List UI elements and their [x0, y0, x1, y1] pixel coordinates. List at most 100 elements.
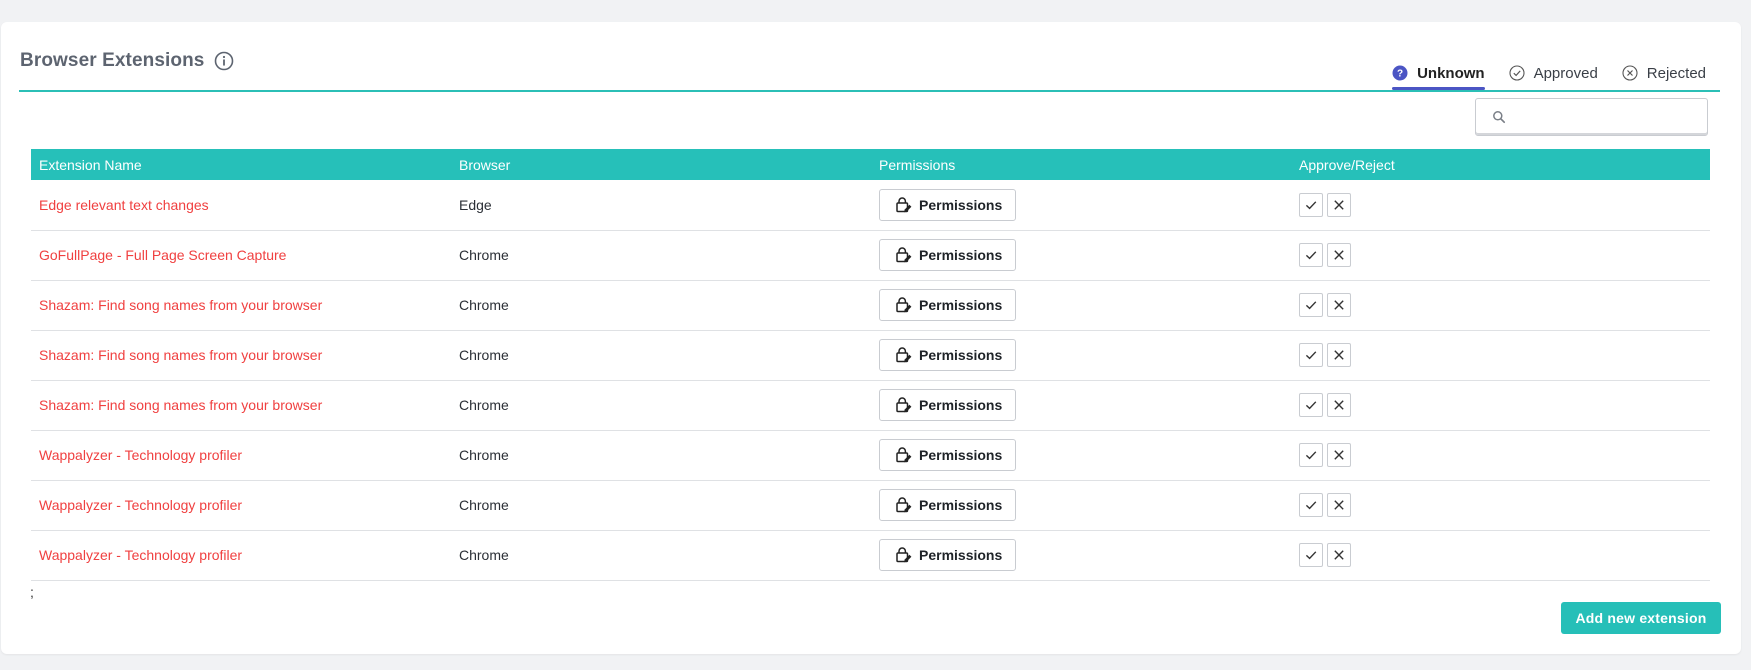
permissions-cell: Permissions — [871, 280, 1291, 330]
extension-name-cell: Wappalyzer - Technology profiler — [31, 480, 451, 530]
permissions-button-label: Permissions — [919, 447, 1003, 463]
extension-name-cell: Shazam: Find song names from your browse… — [31, 330, 451, 380]
check-icon — [1305, 351, 1317, 360]
lock-edit-icon — [894, 296, 912, 314]
browser-cell: Chrome — [451, 430, 871, 480]
extension-name[interactable]: GoFullPage - Full Page Screen Capture — [39, 247, 286, 263]
check-icon — [1305, 301, 1317, 310]
lock-edit-icon — [894, 196, 912, 214]
lock-edit-icon — [894, 496, 912, 514]
extension-name-cell: Wappalyzer - Technology profiler — [31, 430, 451, 480]
reject-button[interactable] — [1327, 192, 1351, 217]
approve-button[interactable] — [1299, 543, 1323, 567]
tab-unknown[interactable]: ? Unknown — [1392, 55, 1485, 91]
browser-name: Chrome — [459, 497, 509, 513]
close-icon — [1334, 500, 1344, 510]
extension-name[interactable]: Wappalyzer - Technology profiler — [39, 547, 242, 563]
tab-label: Rejected — [1646, 64, 1706, 82]
close-icon — [1334, 250, 1344, 260]
column-header-permissions[interactable]: Permissions — [871, 149, 1291, 180]
browser-name: Chrome — [459, 397, 509, 413]
permissions-button[interactable]: Permissions — [879, 188, 1017, 221]
permissions-button-label: Permissions — [919, 247, 1003, 263]
check-icon — [1305, 451, 1317, 460]
reject-button[interactable] — [1327, 293, 1351, 317]
approve-reject-cell — [1291, 530, 1710, 580]
check-icon — [1305, 201, 1317, 210]
reject-button[interactable] — [1327, 343, 1351, 367]
permissions-button-label: Permissions — [919, 497, 1003, 513]
reject-button[interactable] — [1327, 443, 1351, 467]
extension-name[interactable]: Wappalyzer - Technology profiler — [39, 447, 242, 463]
table-row: Edge relevant text changes Edge Permissi… — [31, 180, 1710, 230]
extension-name[interactable]: Shazam: Find song names from your browse… — [39, 397, 322, 413]
reject-button[interactable] — [1327, 543, 1351, 567]
footer-mark: ; — [30, 584, 34, 600]
browser-name: Chrome — [459, 347, 509, 363]
approve-button[interactable] — [1299, 293, 1323, 317]
check-icon — [1305, 501, 1317, 510]
tab-rejected[interactable]: Rejected — [1622, 55, 1706, 91]
permissions-cell: Permissions — [871, 430, 1291, 480]
lock-edit-icon — [894, 346, 912, 364]
approve-reject-cell — [1291, 430, 1710, 480]
extension-name[interactable]: Edge relevant text changes — [39, 197, 209, 213]
approve-button[interactable] — [1299, 493, 1323, 517]
tab-approved[interactable]: Approved — [1509, 55, 1598, 91]
permissions-cell: Permissions — [871, 530, 1291, 580]
approve-reject-cell — [1291, 180, 1710, 230]
permissions-cell: Permissions — [871, 480, 1291, 530]
extension-name-cell: Edge relevant text changes — [31, 180, 451, 230]
close-icon — [1334, 450, 1344, 460]
title-group: Browser Extensions — [20, 50, 234, 72]
status-tabs: ? Unknown Approved Rejected — [1368, 55, 1706, 91]
reject-button[interactable] — [1327, 243, 1351, 267]
permissions-button[interactable]: Permissions — [879, 339, 1017, 371]
approve-button[interactable] — [1299, 393, 1323, 417]
search-input[interactable] — [1512, 101, 1701, 133]
browser-cell: Chrome — [451, 230, 871, 280]
table-row: Shazam: Find song names from your browse… — [31, 380, 1710, 430]
close-icon — [1334, 300, 1344, 310]
extension-name-cell: Wappalyzer - Technology profiler — [31, 530, 451, 580]
permissions-button-label: Permissions — [919, 347, 1003, 363]
reject-button[interactable] — [1327, 393, 1351, 417]
approve-reject-cell — [1291, 380, 1710, 430]
approve-button[interactable] — [1299, 192, 1323, 217]
permissions-button-label: Permissions — [919, 397, 1003, 413]
column-header-extension-name[interactable]: Extension Name — [31, 149, 451, 180]
approve-button[interactable] — [1299, 243, 1323, 267]
approve-button[interactable] — [1299, 343, 1323, 367]
check-icon — [1305, 251, 1317, 260]
approve-button[interactable] — [1299, 443, 1323, 467]
close-icon — [1334, 550, 1344, 560]
permissions-cell: Permissions — [871, 230, 1291, 280]
permissions-button[interactable]: Permissions — [879, 539, 1017, 571]
permissions-button-label: Permissions — [919, 547, 1003, 563]
search-box — [1475, 98, 1708, 136]
table-row: Shazam: Find song names from your browse… — [31, 330, 1710, 380]
add-new-extension-button[interactable]: Add new extension — [1561, 602, 1721, 634]
permissions-button[interactable]: Permissions — [879, 289, 1017, 321]
column-header-approve-reject[interactable]: Approve/Reject — [1291, 149, 1710, 180]
permissions-button[interactable]: Permissions — [879, 489, 1017, 521]
approve-reject-cell — [1291, 230, 1710, 280]
extension-name[interactable]: Shazam: Find song names from your browse… — [39, 347, 322, 363]
column-header-browser[interactable]: Browser — [451, 149, 871, 180]
permissions-button[interactable]: Permissions — [879, 389, 1017, 421]
close-icon — [1334, 200, 1344, 210]
browser-cell: Edge — [451, 180, 871, 230]
permissions-button[interactable]: Permissions — [879, 239, 1017, 271]
table-row: Shazam: Find song names from your browse… — [31, 280, 1710, 330]
permissions-button[interactable]: Permissions — [879, 439, 1017, 471]
reject-button[interactable] — [1327, 493, 1351, 517]
approve-reject-cell — [1291, 280, 1710, 330]
extension-name[interactable]: Wappalyzer - Technology profiler — [39, 497, 242, 513]
extension-name[interactable]: Shazam: Find song names from your browse… — [39, 297, 322, 313]
check-icon — [1305, 551, 1317, 560]
info-circle-icon[interactable] — [214, 51, 234, 71]
tab-label: Approved — [1533, 64, 1598, 82]
check-icon — [1305, 401, 1317, 410]
search-icon — [1492, 110, 1506, 124]
table-row: Wappalyzer - Technology profiler Chrome … — [31, 530, 1710, 580]
